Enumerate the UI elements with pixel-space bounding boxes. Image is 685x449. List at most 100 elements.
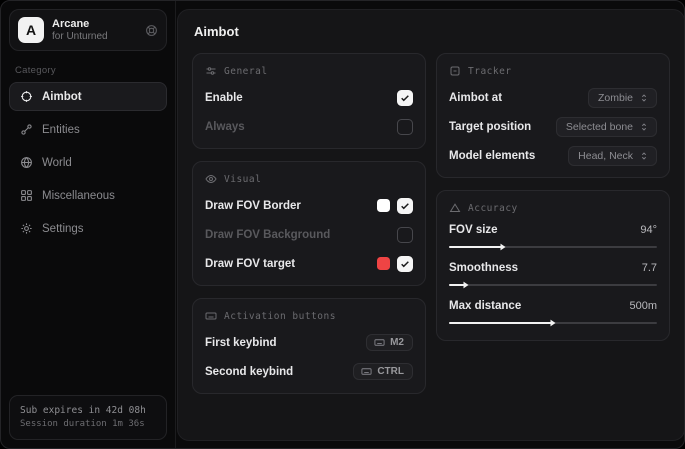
sidebar-item-settings[interactable]: Settings — [9, 214, 167, 243]
sidebar-item-label: Settings — [42, 223, 84, 235]
slider-fill — [449, 284, 466, 286]
first-keybind-value: M2 — [390, 337, 404, 348]
app-subtitle: for Unturned — [52, 31, 137, 43]
sidebar-item-entities[interactable]: Entities — [9, 115, 167, 144]
fov-target-color-swatch[interactable] — [377, 257, 390, 270]
slider-track — [449, 284, 657, 286]
setting-row-target-position: Target position Selected bone — [449, 116, 657, 137]
fov-border-checkbox[interactable] — [397, 198, 413, 214]
session-duration-text: Session duration 1m 36s — [20, 418, 156, 431]
smoothness-slider[interactable] — [449, 279, 657, 291]
max-distance-group: Max distance 500m — [449, 300, 657, 329]
visual-card: Visual Draw FOV Border — [192, 161, 426, 286]
fov-target-checkbox[interactable] — [397, 256, 413, 272]
brand-card: A Arcane for Unturned — [9, 9, 167, 51]
sidebar-item-aimbot[interactable]: Aimbot — [9, 82, 167, 111]
fov-background-checkbox[interactable] — [397, 227, 413, 243]
sidebar-item-miscellaneous[interactable]: Miscellaneous — [9, 181, 167, 210]
brand-text: Arcane for Unturned — [52, 18, 137, 43]
chevrons-up-down-icon — [639, 151, 649, 161]
aimbot-at-value: Zombie — [598, 92, 633, 104]
visual-card-header: Visual — [205, 173, 413, 185]
max-distance-slider[interactable] — [449, 317, 657, 329]
content-columns: General Enable Always — [192, 53, 670, 394]
setting-label: Second keybind — [205, 366, 293, 378]
sub-expires-text: Sub expires in 42d 08h — [20, 404, 156, 418]
model-elements-select[interactable]: Head, Neck — [568, 146, 657, 166]
gear-icon — [20, 222, 33, 235]
general-card: General Enable Always — [192, 53, 426, 149]
left-column: General Enable Always — [192, 53, 426, 394]
lifebuoy-icon[interactable] — [145, 24, 158, 37]
crosshair-icon — [20, 90, 33, 103]
target-position-select[interactable]: Selected bone — [556, 117, 657, 137]
sidebar-item-label: Aimbot — [42, 91, 82, 103]
second-keybind-button[interactable]: CTRL — [353, 363, 413, 380]
smoothness-group: Smoothness 7.7 — [449, 262, 657, 291]
setting-label: Draw FOV target — [205, 258, 295, 270]
sidebar-item-label: Miscellaneous — [42, 190, 115, 202]
smoothness-value: 7.7 — [642, 262, 657, 274]
slider-thumb[interactable] — [498, 242, 508, 252]
eye-icon — [205, 173, 217, 185]
tracker-card-title: Tracker — [468, 66, 512, 77]
setting-label: Enable — [205, 92, 243, 104]
setting-label: First keybind — [205, 337, 277, 349]
setting-row-first-keybind: First keybind M2 — [205, 332, 413, 353]
app-window: A Arcane for Unturned Category — [0, 0, 685, 449]
enable-checkbox[interactable] — [397, 90, 413, 106]
activation-card-header: Activation buttons — [205, 310, 413, 322]
model-elements-value: Head, Neck — [578, 150, 633, 162]
fov-size-group: FOV size 94° — [449, 224, 657, 253]
sidebar-item-world[interactable]: World — [9, 148, 167, 177]
square-minus-icon — [449, 65, 461, 77]
grid-icon — [20, 189, 33, 202]
accuracy-card: Accuracy FOV size 94° — [436, 190, 670, 341]
globe-icon — [20, 156, 33, 169]
accuracy-card-header: Accuracy — [449, 202, 657, 214]
setting-row-aimbot-at: Aimbot at Zombie — [449, 87, 657, 108]
entities-icon — [20, 123, 33, 136]
aimbot-at-select[interactable]: Zombie — [588, 88, 657, 108]
slider-fill — [449, 246, 503, 248]
setting-row-always: Always — [205, 116, 413, 137]
setting-row-model-elements: Model elements Head, Neck — [449, 145, 657, 166]
check-icon — [400, 122, 410, 132]
app-name: Arcane — [52, 18, 137, 31]
always-checkbox[interactable] — [397, 119, 413, 135]
category-label: Category — [15, 65, 167, 76]
slider-thumb[interactable] — [461, 280, 471, 290]
fov-size-slider[interactable] — [449, 241, 657, 253]
tracker-card: Tracker Aimbot at Zombie — [436, 53, 670, 178]
keyboard-icon — [374, 337, 385, 348]
setting-row-second-keybind: Second keybind CTRL — [205, 361, 413, 382]
keyboard-icon — [361, 366, 372, 377]
setting-label: Draw FOV Border — [205, 200, 301, 212]
fov-border-color-swatch[interactable] — [377, 199, 390, 212]
first-keybind-button[interactable]: M2 — [366, 334, 413, 351]
second-keybind-value: CTRL — [377, 366, 404, 377]
general-card-header: General — [205, 65, 413, 77]
target-position-value: Selected bone — [566, 121, 633, 133]
check-icon — [400, 230, 410, 240]
activation-card-title: Activation buttons — [224, 311, 336, 322]
check-icon — [400, 201, 410, 211]
subscription-card: Sub expires in 42d 08h Session duration … — [9, 395, 167, 440]
max-distance-value: 500m — [629, 300, 657, 312]
sidebar-item-label: World — [42, 157, 72, 169]
slider-thumb[interactable] — [548, 318, 558, 328]
main-panel: Aimbot General — [177, 9, 685, 441]
setting-label: Draw FOV Background — [205, 229, 330, 241]
fov-size-value: 94° — [640, 224, 657, 236]
slider-fill — [449, 322, 553, 324]
sidebar: A Arcane for Unturned Category — [1, 1, 176, 448]
setting-label: Target position — [449, 121, 531, 133]
visual-card-title: Visual — [224, 174, 261, 185]
triangle-icon — [449, 202, 461, 214]
setting-label: Always — [205, 121, 245, 133]
max-distance-label: Max distance — [449, 300, 521, 312]
chevrons-up-down-icon — [639, 122, 649, 132]
fov-size-label: FOV size — [449, 224, 498, 236]
app-logo: A — [18, 17, 44, 43]
keyboard-icon — [205, 310, 217, 322]
